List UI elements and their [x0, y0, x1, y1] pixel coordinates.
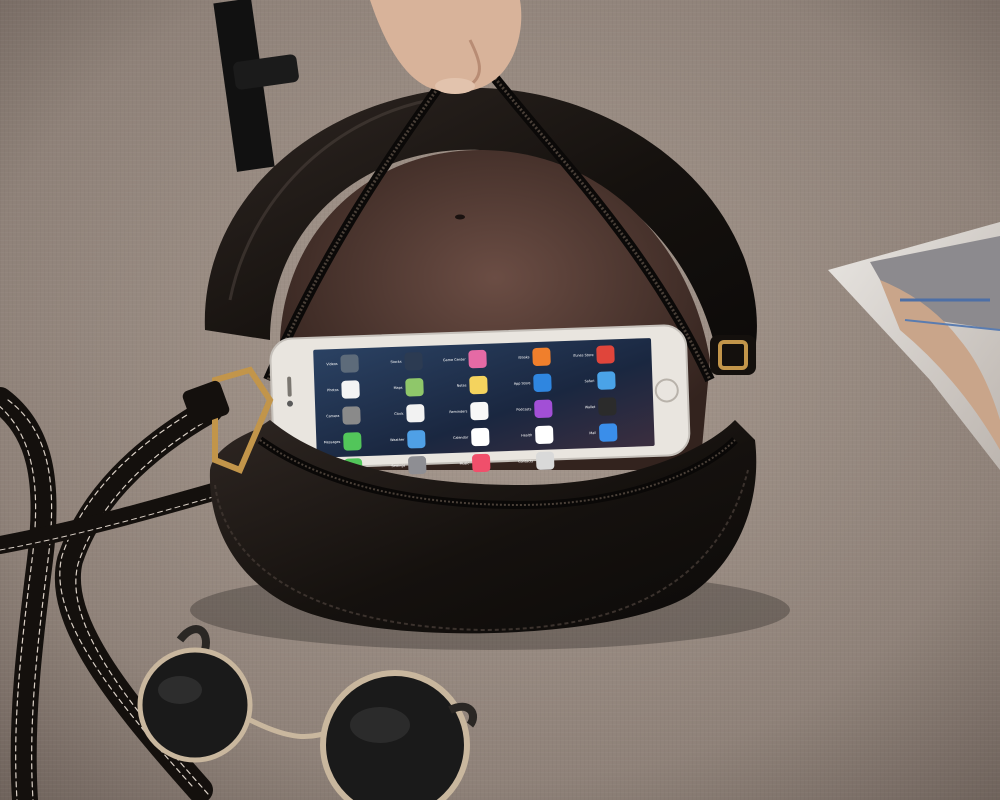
app-label: Contacts	[518, 459, 533, 464]
app-label: Settings	[391, 464, 405, 468]
app-label: Health	[521, 433, 532, 437]
app-label: Clock	[394, 412, 403, 416]
app-label: App Store	[514, 381, 531, 386]
app-label: Wallet	[585, 405, 596, 409]
app-label: Stocks	[390, 360, 402, 364]
app-label: Videos	[326, 362, 338, 366]
earpiece	[287, 376, 292, 397]
app-label: Music	[459, 461, 469, 465]
app-label: Maps	[394, 386, 403, 390]
app-label: iTunes Store	[573, 353, 594, 358]
app-label: Weather	[390, 438, 405, 443]
photo-illustration: Videos Stocks Game Center iBooks iTunes Stor…	[0, 0, 1000, 800]
app-label: Photos	[327, 388, 339, 392]
app-label: Notes	[457, 383, 467, 387]
app-label: Messages	[324, 440, 341, 445]
app-label: Reminders	[449, 409, 467, 414]
strap-clasp-right	[710, 335, 756, 375]
app-label: Mail	[589, 431, 596, 435]
app-label: Safari	[584, 379, 594, 383]
app-label: Game Center	[443, 357, 466, 362]
app-label: Podcasts	[516, 407, 531, 412]
app-label: Camera	[326, 414, 339, 418]
app-label: Calendar	[453, 435, 469, 440]
photo-scene: Videos Stocks Game Center iBooks iTunes Stor…	[0, 0, 1000, 800]
app-label: iBooks	[518, 355, 530, 359]
